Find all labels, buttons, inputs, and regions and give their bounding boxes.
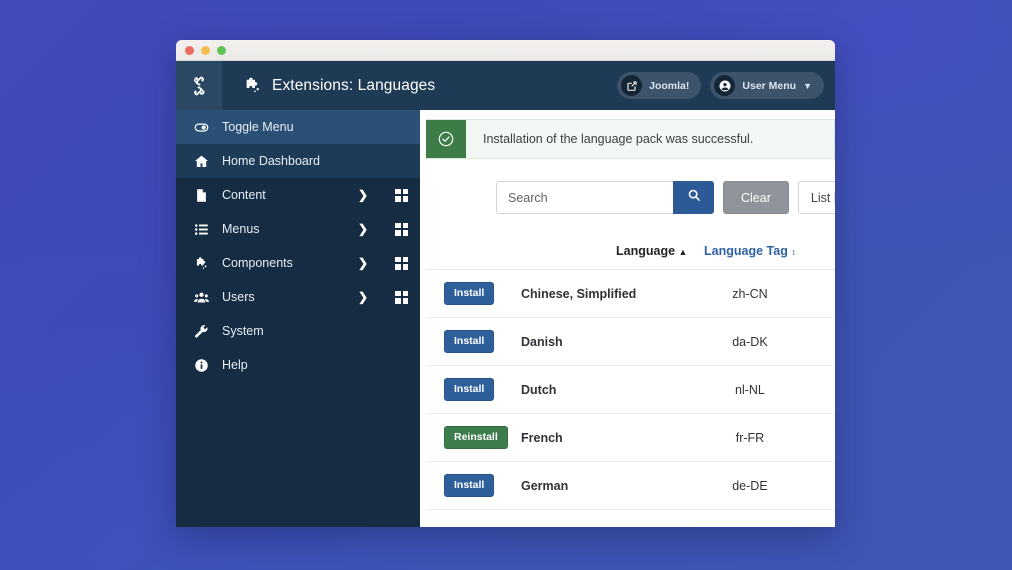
sidebar-item-label: Home Dashboard	[222, 154, 320, 168]
chevron-down-icon: ▼	[803, 80, 812, 91]
home-icon	[191, 154, 211, 169]
topbar-actions: Joomla! User Menu ▼	[617, 72, 835, 99]
window-minimize-button[interactable]	[201, 45, 210, 55]
window-maximize-button[interactable]	[217, 45, 226, 55]
sidebar-item-label: Content	[222, 188, 266, 202]
joomla-admin-app: Extensions: Languages Joomla! User Menu …	[176, 61, 835, 527]
success-alert: Installation of the language pack was su…	[426, 119, 835, 159]
table-row: Install Chinese, Simplified zh-CN 4.0.0-…	[426, 269, 835, 318]
install-button[interactable]: Install	[444, 474, 495, 497]
magnifier-icon	[687, 188, 701, 207]
chevron-right-icon[interactable]: ❯	[358, 290, 368, 304]
table-header-row: Language ▲ Language Tag ↕ Version	[426, 236, 835, 270]
sidebar-item-home-dashboard[interactable]: Home Dashboard	[176, 144, 420, 178]
search-input[interactable]	[496, 181, 673, 214]
cell-language-tag: de-DE	[687, 461, 813, 510]
document-icon	[191, 188, 211, 203]
cell-language-tag: fr-FR	[687, 413, 813, 462]
table-row: Install Dutch nl-NL 4.0.0-rc5.1	[426, 365, 835, 414]
sidebar-item-help[interactable]: Help	[176, 348, 420, 382]
cell-language-tag: zh-CN	[687, 269, 813, 318]
sort-neutral-icon: ↕	[791, 247, 796, 257]
external-link-icon	[621, 75, 643, 96]
languages-table: Language ▲ Language Tag ↕ Version Instal	[426, 236, 835, 510]
search-button[interactable]	[673, 181, 714, 214]
chevron-right-icon[interactable]: ❯	[358, 256, 368, 270]
page-title: Extensions: Languages	[272, 76, 436, 94]
column-header-action	[426, 236, 521, 270]
cell-language: Chinese, Simplified	[521, 269, 688, 318]
sidebar-item-label: Users	[222, 290, 255, 304]
cell-language: Dutch	[521, 365, 688, 414]
admin-topbar: Extensions: Languages Joomla! User Menu …	[176, 61, 835, 110]
sidebar-item-label: System	[222, 324, 264, 338]
window-titlebar	[176, 40, 835, 61]
sidebar-item-users[interactable]: Users ❯	[176, 280, 420, 314]
puzzle-piece-icon	[243, 76, 262, 95]
user-circle-icon	[714, 75, 736, 96]
joomla-logo-icon[interactable]	[176, 61, 222, 110]
sidebar-item-content[interactable]: Content ❯	[176, 178, 420, 212]
cell-language: Danish	[521, 317, 688, 366]
column-header-language-tag[interactable]: Language Tag ↕	[687, 236, 813, 270]
cell-language: German	[521, 461, 688, 510]
dashboard-grid-icon[interactable]	[395, 256, 408, 270]
admin-sidebar: Toggle Menu Home Dashboard Content ❯ Men…	[176, 61, 420, 527]
sidebar-item-system[interactable]: System	[176, 314, 420, 348]
cell-language-tag: nl-NL	[687, 365, 813, 414]
languages-table-body: Install Chinese, Simplified zh-CN 4.0.0-…	[426, 269, 835, 510]
info-circle-icon	[191, 358, 211, 373]
browser-window: Extensions: Languages Joomla! User Menu …	[176, 40, 835, 527]
puzzle-piece-icon	[191, 256, 211, 271]
user-menu-label: User Menu	[742, 79, 797, 92]
list-toolbar: Clear List Limit	[496, 181, 835, 214]
install-button[interactable]: Install	[444, 378, 495, 401]
column-header-language[interactable]: Language ▲	[521, 236, 688, 270]
sidebar-item-label: Toggle Menu	[222, 120, 294, 134]
clear-button[interactable]: Clear	[723, 181, 789, 214]
main-content: Installation of the language pack was su…	[420, 61, 835, 527]
languages-table-head: Language ▲ Language Tag ↕ Version	[426, 236, 835, 270]
chevron-right-icon[interactable]: ❯	[358, 222, 368, 236]
column-header-version[interactable]: Version	[812, 236, 835, 270]
dashboard-grid-icon[interactable]	[395, 188, 408, 202]
sidebar-item-label: Help	[222, 358, 248, 372]
table-row: Install German de-DE 4.0.0-rc5.1	[426, 461, 835, 510]
list-limit-select[interactable]: List Limit	[797, 181, 835, 214]
window-close-button[interactable]	[185, 45, 194, 55]
check-circle-icon	[426, 120, 466, 158]
dashboard-grid-icon[interactable]	[395, 222, 408, 236]
chevron-right-icon[interactable]: ❯	[358, 188, 368, 202]
wrench-icon	[191, 324, 211, 339]
list-icon	[191, 222, 211, 237]
sidebar-item-menus[interactable]: Menus ❯	[176, 212, 420, 246]
install-button[interactable]: Install	[444, 330, 495, 353]
search-group	[496, 181, 714, 214]
cell-language: French	[521, 413, 688, 462]
joomla-site-button[interactable]: Joomla!	[617, 72, 702, 99]
success-alert-message: Installation of the language pack was su…	[483, 132, 754, 146]
table-row: Reinstall French fr-FR 4.0.0-rc5.1	[426, 413, 835, 462]
user-menu-button[interactable]: User Menu ▼	[710, 72, 824, 99]
sidebar-item-label: Components	[222, 256, 293, 270]
sidebar-item-toggle-menu[interactable]: Toggle Menu	[176, 110, 420, 144]
reinstall-button[interactable]: Reinstall	[444, 426, 508, 449]
sidebar-item-components[interactable]: Components ❯	[176, 246, 420, 280]
sort-ascending-icon: ▲	[678, 247, 688, 257]
table-row: Install Danish da-DK 4.0.0-rc5.4	[426, 317, 835, 366]
cell-language-tag: da-DK	[687, 317, 813, 366]
install-button[interactable]: Install	[444, 282, 495, 305]
sidebar-item-label: Menus	[222, 222, 260, 236]
page-title-area: Extensions: Languages	[222, 76, 617, 95]
joomla-site-button-label: Joomla!	[649, 79, 690, 92]
toggle-switch-icon	[191, 120, 211, 135]
users-icon	[191, 290, 211, 305]
dashboard-grid-icon[interactable]	[395, 290, 408, 304]
